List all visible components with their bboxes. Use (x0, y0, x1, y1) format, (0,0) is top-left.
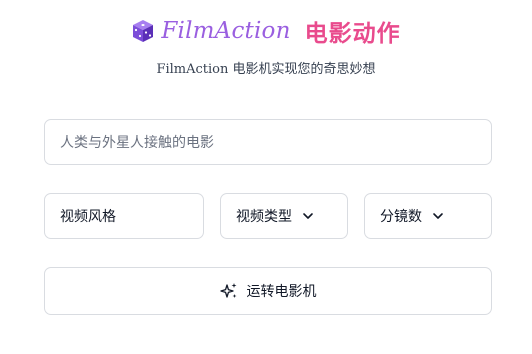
sparkles-icon (219, 283, 236, 298)
chevron-down-icon (433, 213, 443, 219)
brand-title: 电影动作 (304, 21, 401, 47)
video-type-label: 视频类型 (236, 209, 292, 225)
page-subtitle: FilmAction 电影机实现您的奇思妙想 (156, 62, 376, 77)
shot-count-select[interactable]: 分镜数 (364, 193, 492, 239)
shot-count-label: 分镜数 (380, 209, 422, 225)
run-camera-button[interactable]: 运转电影机 (44, 267, 492, 315)
video-style-select[interactable]: 视频风格 (44, 193, 204, 239)
page: FilmAction 电影动作 FilmAction 电影机实现您的奇思妙想 人… (0, 0, 532, 354)
video-type-select[interactable]: 视频类型 (220, 193, 348, 239)
logo-wordmark: FilmAction (161, 18, 291, 44)
dice-icon (133, 20, 154, 42)
video-style-label: 视频风格 (60, 209, 116, 225)
chevron-down-icon (303, 213, 313, 219)
run-camera-label: 运转电影机 (246, 284, 317, 300)
prompt-input[interactable]: 人类与外星人接触的电影 (44, 119, 492, 165)
brand-header: FilmAction 电影动作 (0, 14, 532, 48)
